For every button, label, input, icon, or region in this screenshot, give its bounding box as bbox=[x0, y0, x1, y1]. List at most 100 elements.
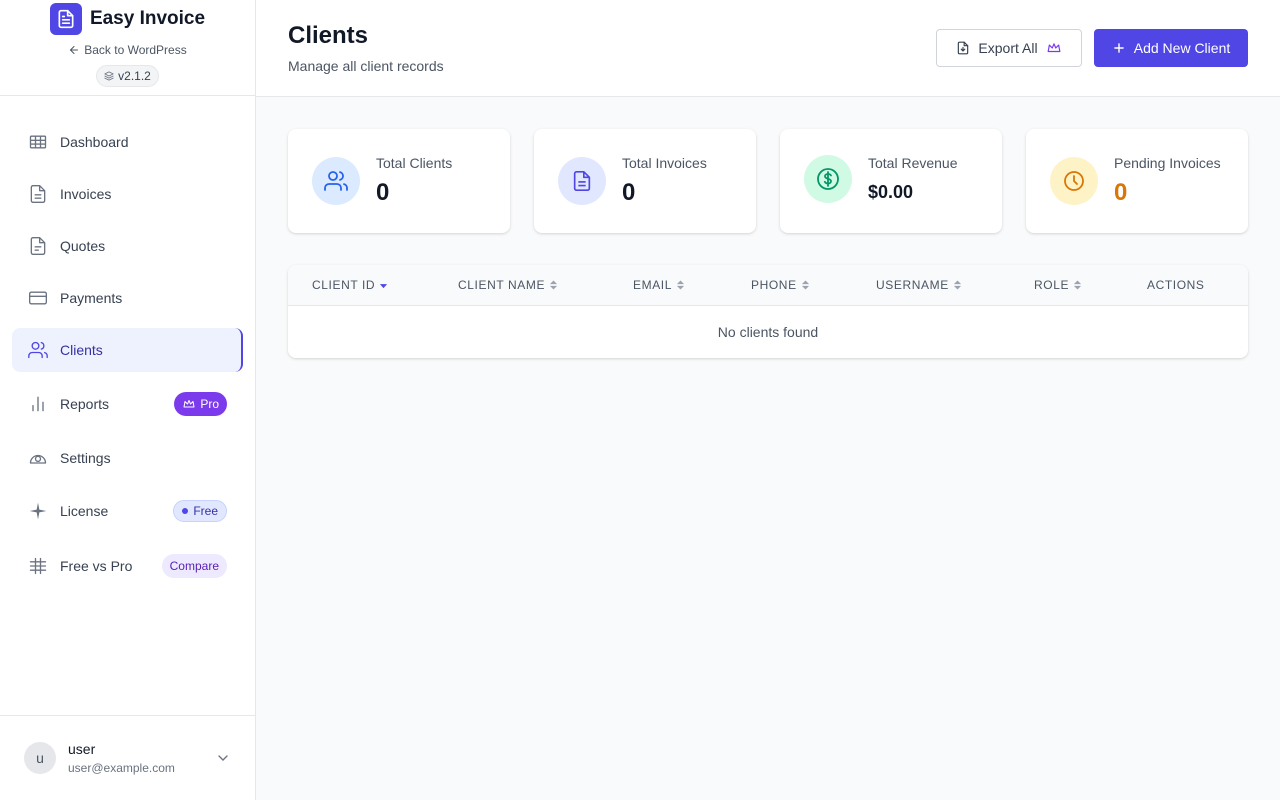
invoice-logo-icon bbox=[49, 3, 82, 35]
grid-icon bbox=[28, 132, 48, 152]
empty-state-row: No clients found bbox=[288, 306, 1248, 358]
stat-value: 0 bbox=[622, 179, 636, 206]
sidebar-item-quotes[interactable]: Quotes bbox=[12, 224, 243, 268]
status-dot bbox=[182, 508, 189, 514]
stats-row: Total Clients 0 Total Invoices 0 Total R… bbox=[288, 129, 1248, 233]
column-header-phone[interactable]: Phone bbox=[751, 278, 810, 292]
column-label: Email bbox=[633, 278, 673, 292]
stat-label: Pending Invoices bbox=[1114, 155, 1221, 171]
stat-value: 0 bbox=[376, 179, 390, 206]
sidebar-item-invoices[interactable]: Invoices bbox=[12, 172, 243, 216]
sidebar-item-label: Free vs Pro bbox=[60, 558, 133, 574]
user-name: user bbox=[68, 741, 96, 757]
add-new-client-label: Add New Client bbox=[1133, 40, 1231, 56]
table-header: Client ID Client Name Email Phone Userna… bbox=[288, 265, 1248, 306]
sidebar-item-label: Reports bbox=[60, 396, 110, 412]
user-info: user user@example.com bbox=[68, 741, 175, 775]
sidebar-item-label: Clients bbox=[60, 342, 103, 358]
users-icon bbox=[312, 157, 360, 205]
plus-icon bbox=[1113, 43, 1124, 53]
back-to-wordpress-link[interactable]: Back to WordPress bbox=[68, 43, 187, 57]
compare-badge-label: Compare bbox=[169, 559, 219, 573]
sort-icon bbox=[676, 280, 685, 290]
sidebar-item-clients[interactable]: Clients bbox=[12, 328, 243, 372]
free-badge: Free bbox=[173, 500, 227, 522]
sidebar-item-label: Settings bbox=[60, 450, 111, 466]
file-export-icon bbox=[958, 41, 969, 55]
clients-table: Client ID Client Name Email Phone Userna… bbox=[288, 265, 1248, 358]
add-new-client-button[interactable]: Add New Client bbox=[1094, 29, 1248, 67]
page-header: Clients Manage all client records Export… bbox=[256, 0, 1280, 97]
brand-header: Easy Invoice Back to WordPress v2.1.2 bbox=[0, 0, 255, 96]
pro-badge: Pro bbox=[174, 392, 227, 416]
sidebar-item-license[interactable]: License Free bbox=[12, 489, 243, 533]
version-badge: v2.1.2 bbox=[96, 65, 159, 87]
sort-icon bbox=[549, 280, 558, 290]
sidebar-item-label: Quotes bbox=[60, 238, 106, 254]
document-icon bbox=[28, 236, 48, 256]
column-label: Role bbox=[1034, 278, 1070, 292]
version-text: v2.1.2 bbox=[118, 69, 151, 83]
sidebar-item-settings[interactable]: Settings bbox=[12, 436, 243, 480]
sparkle-icon bbox=[28, 501, 48, 521]
sidebar-item-free-vs-pro[interactable]: Free vs Pro Compare bbox=[12, 544, 243, 588]
export-all-label: Export All bbox=[978, 40, 1038, 56]
sidebar-item-reports[interactable]: Reports Pro bbox=[12, 382, 243, 426]
hash-grid-icon bbox=[28, 556, 48, 576]
clock-icon bbox=[1050, 157, 1098, 205]
stat-card-total-invoices: Total Invoices 0 bbox=[534, 129, 756, 233]
page-title: Clients bbox=[288, 22, 369, 49]
dollar-circle-icon bbox=[804, 155, 852, 203]
page-subtitle: Manage all client records bbox=[288, 58, 444, 74]
sort-desc-icon bbox=[380, 284, 388, 289]
document-icon bbox=[558, 157, 606, 205]
gear-icon bbox=[28, 448, 48, 468]
column-label: Client ID bbox=[312, 278, 376, 292]
column-header-client-id[interactable]: Client ID bbox=[312, 278, 388, 292]
sort-icon bbox=[953, 280, 961, 290]
stat-card-pending-invoices: Pending Invoices 0 bbox=[1026, 129, 1248, 233]
brand-row[interactable]: Easy Invoice bbox=[49, 3, 206, 35]
sidebar-item-dashboard[interactable]: Dashboard bbox=[12, 120, 243, 164]
bar-chart-icon bbox=[28, 394, 48, 414]
stat-label: Total Clients bbox=[376, 155, 453, 171]
pro-badge-label: Pro bbox=[200, 397, 219, 411]
compare-badge[interactable]: Compare bbox=[161, 554, 227, 578]
layers-icon bbox=[104, 71, 114, 81]
stat-value: $0.00 bbox=[868, 182, 914, 202]
column-label: Phone bbox=[751, 278, 797, 292]
sidebar-item-label: Dashboard bbox=[60, 134, 129, 150]
export-all-button[interactable]: Export All bbox=[936, 29, 1082, 67]
sidebar-item-payments[interactable]: Payments bbox=[12, 276, 243, 320]
column-header-email[interactable]: Email bbox=[633, 278, 685, 292]
column-label: Username bbox=[876, 278, 949, 292]
free-badge-label: Free bbox=[193, 504, 218, 518]
stat-label: Total Revenue bbox=[868, 155, 958, 171]
column-header-username[interactable]: Username bbox=[876, 278, 962, 292]
sidebar-item-label: Payments bbox=[60, 290, 123, 306]
stat-card-total-clients: Total Clients 0 bbox=[288, 129, 510, 233]
chevron-down-icon[interactable] bbox=[215, 750, 231, 771]
users-icon bbox=[28, 340, 48, 360]
sidebar-item-label: Invoices bbox=[60, 186, 112, 202]
stat-value: 0 bbox=[1114, 179, 1128, 206]
document-icon bbox=[28, 184, 48, 204]
user-menu[interactable]: u user user@example.com bbox=[0, 715, 255, 800]
column-header-actions: Actions bbox=[1147, 278, 1205, 292]
column-header-role[interactable]: Role bbox=[1034, 278, 1082, 292]
column-label: Client Name bbox=[458, 278, 546, 292]
crown-icon bbox=[1047, 43, 1060, 53]
column-label: Actions bbox=[1147, 278, 1205, 292]
avatar: u bbox=[24, 742, 56, 774]
credit-card-icon bbox=[28, 288, 48, 308]
column-header-client-name[interactable]: Client Name bbox=[458, 278, 558, 292]
brand-name: Easy Invoice bbox=[89, 8, 206, 29]
back-link-label: Back to WordPress bbox=[84, 43, 187, 57]
stat-card-total-revenue: Total Revenue $0.00 bbox=[780, 129, 1002, 233]
empty-state-message: No clients found bbox=[717, 324, 819, 340]
stat-label: Total Invoices bbox=[622, 155, 707, 171]
sort-icon bbox=[801, 280, 809, 290]
main-content: Clients Manage all client records Export… bbox=[256, 0, 1280, 800]
arrow-left-icon bbox=[70, 46, 79, 54]
sidebar-item-label: License bbox=[60, 503, 109, 519]
